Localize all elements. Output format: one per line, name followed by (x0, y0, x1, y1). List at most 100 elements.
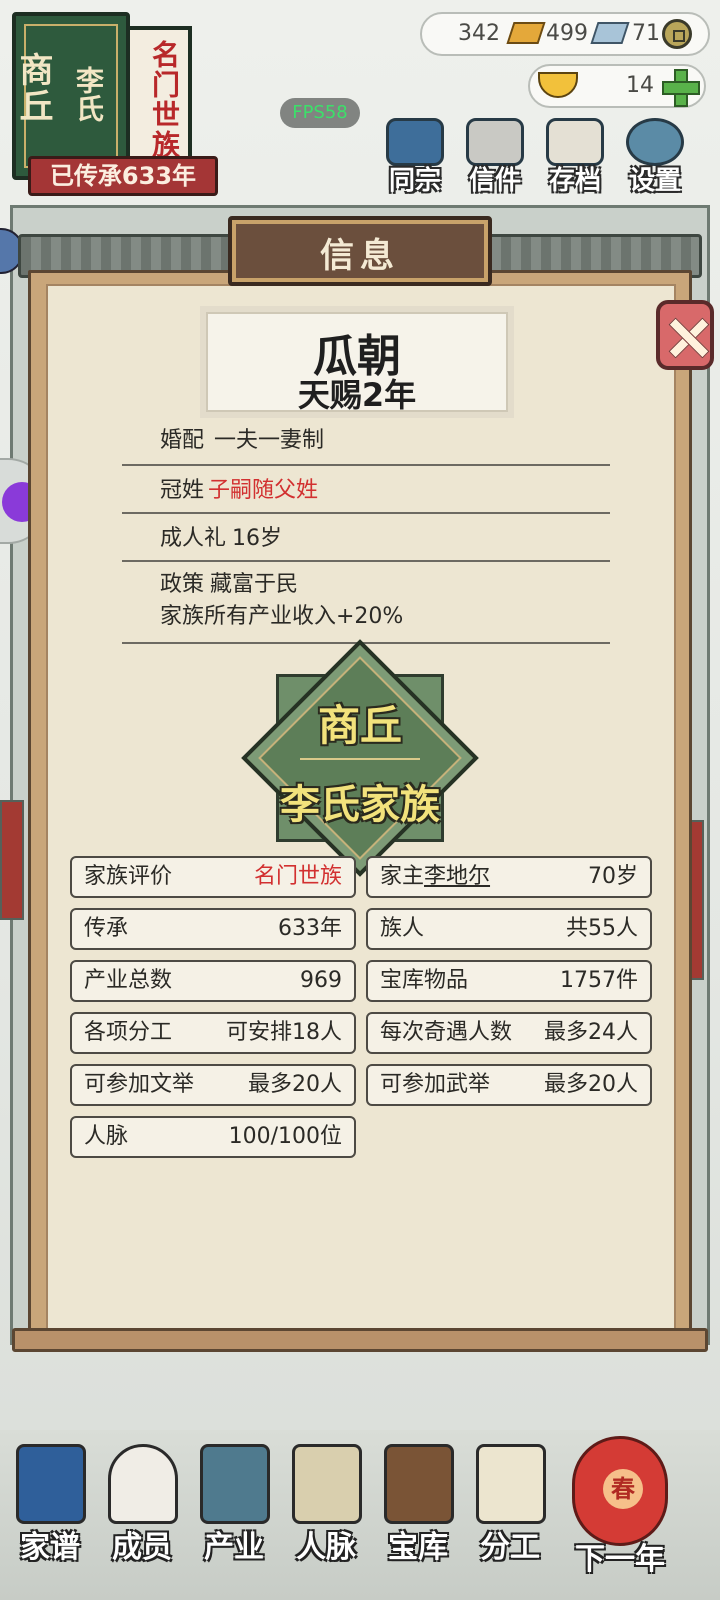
nav-division-label: 分工 (480, 1530, 540, 1565)
genealogy-icon (16, 1444, 86, 1524)
ingot-count: 14 (626, 73, 654, 98)
next-year-label: 下一年 (575, 1542, 665, 1577)
stat-treasury-label: 宝库物品 (380, 968, 469, 993)
lantern-char: 春 (603, 1469, 643, 1509)
stat-labor-label: 各项分工 (84, 1020, 173, 1045)
stat-head-label: 家主 (380, 864, 425, 889)
gold-ingot-icon (538, 72, 578, 98)
policy-label: 政策 (160, 572, 205, 597)
stat-rating-label: 家族评价 (84, 864, 173, 889)
stat-treasury-value: 1757件 (560, 968, 638, 993)
division-icon (476, 1444, 546, 1524)
family-place: 商丘 (13, 52, 53, 124)
network-icon (292, 1444, 362, 1524)
policy-effect: 家族所有产业收入+20% (160, 604, 404, 629)
marriage-label: 婚配 (160, 428, 205, 453)
stat-members-label: 族人 (380, 916, 425, 941)
emblem-clan: 李氏家族 (280, 782, 440, 828)
adulthood-row: 成人礼 16岁 (122, 520, 610, 562)
menu-letters-button[interactable]: 信件 (458, 118, 532, 198)
stat-head[interactable]: 家主李地尔 70岁 (366, 856, 652, 898)
silver-count: 499 (546, 21, 588, 46)
marriage-value: 一夫一妻制 (214, 428, 325, 453)
stat-network-label: 人脉 (84, 1124, 129, 1149)
adulthood-label: 成人礼 (160, 526, 227, 551)
nav-genealogy[interactable]: 家谱 (4, 1444, 96, 1574)
ingot-bar: 14 (528, 64, 706, 108)
emblem-place: 商丘 (317, 701, 402, 750)
background-pillar-left (0, 800, 24, 920)
silver-bar-icon (590, 22, 630, 44)
stat-civil-exam-value: 最多20人 (248, 1072, 342, 1097)
panel-title: 信息 (320, 236, 400, 276)
stat-industry-value: 969 (300, 968, 342, 993)
menu-settings-button[interactable]: 设置 (618, 118, 692, 198)
stat-industry-label: 产业总数 (84, 968, 173, 993)
stat-military-exam: 可参加武举 最多20人 (366, 1064, 652, 1106)
emblem-divider (300, 758, 420, 760)
panel-title-plaque: 信息 (228, 216, 492, 286)
copper-coin-icon (662, 19, 692, 49)
stat-industry: 产业总数 969 (70, 960, 356, 1002)
stat-military-exam-label: 可参加武举 (380, 1072, 491, 1097)
nav-division[interactable]: 分工 (464, 1444, 556, 1574)
fps-counter: FPS58 (280, 98, 360, 128)
stat-rating: 家族评价 名门世族 (70, 856, 356, 898)
head-name-link[interactable]: 李地尔 (424, 864, 490, 889)
stat-labor: 各项分工 可安排18人 (70, 1012, 356, 1054)
next-year-button[interactable]: 春 下一年 (560, 1436, 680, 1586)
stat-treasury: 宝库物品 1757件 (366, 960, 652, 1002)
stat-inheritance: 传承 633年 (70, 908, 356, 950)
clan-book-icon (386, 118, 444, 166)
lantern-icon: 春 (572, 1436, 668, 1546)
menu-letters-label: 信件 (468, 166, 521, 196)
stat-head-label-group: 家主李地尔 (380, 858, 490, 896)
currency-bar: 342 499 71 (420, 12, 710, 56)
menu-settings-label: 设置 (628, 166, 681, 196)
nav-genealogy-label: 家谱 (20, 1530, 80, 1565)
stat-civil-exam-label: 可参加文举 (84, 1072, 195, 1097)
menu-archive-label: 存档 (548, 166, 601, 196)
close-button[interactable] (656, 300, 714, 370)
nav-treasury[interactable]: 宝库 (372, 1444, 464, 1574)
members-icon (108, 1444, 178, 1524)
menu-archive-button[interactable]: 存档 (538, 118, 612, 198)
stat-civil-exam: 可参加文举 最多20人 (70, 1064, 356, 1106)
stat-labor-value: 可安排18人 (226, 1020, 342, 1045)
policy-value: 藏富于民 (210, 572, 299, 597)
family-clan: 李氏 (72, 66, 105, 122)
policy-row: 政策 藏富于民 家族所有产业收入+20% (122, 566, 610, 644)
add-ingot-icon[interactable] (662, 69, 700, 107)
family-rank-page: 名门世族 (130, 26, 192, 172)
gold-count: 342 (458, 21, 500, 46)
settings-icon (626, 118, 684, 166)
industry-icon (200, 1444, 270, 1524)
coin-count: 71 (632, 21, 660, 46)
stat-inheritance-label: 传承 (84, 916, 129, 941)
family-rank-tag: 名门世族 (148, 40, 181, 160)
stat-encounter-value: 最多24人 (544, 1020, 638, 1045)
nav-members[interactable]: 成员 (96, 1444, 188, 1574)
stat-military-exam-value: 最多20人 (544, 1072, 638, 1097)
era-box: 瓜朝 天赐2年 (206, 312, 508, 414)
inheritance-banner: 已传承633年 (28, 156, 218, 196)
era-year: 天赐2年 (297, 376, 417, 414)
adulthood-value: 16岁 (232, 526, 283, 551)
stat-inheritance-value: 633年 (278, 916, 342, 941)
menu-clan-label: 同宗 (388, 166, 441, 196)
stat-network-value: 100/100位 (228, 1124, 342, 1149)
menu-clan-button[interactable]: 同宗 (378, 118, 452, 198)
surname-value: 子嗣随父姓 (208, 478, 319, 503)
surname-row: 冠姓 子嗣随父姓 (122, 472, 610, 514)
letters-icon (466, 118, 524, 166)
nav-network-label: 人脉 (296, 1530, 356, 1565)
nav-network[interactable]: 人脉 (280, 1444, 372, 1574)
treasury-icon (384, 1444, 454, 1524)
stat-head-age: 70岁 (588, 864, 638, 889)
stat-encounter-label: 每次奇遇人数 (380, 1020, 513, 1045)
nav-industry[interactable]: 产业 (188, 1444, 280, 1574)
nav-treasury-label: 宝库 (388, 1530, 448, 1565)
stat-members-value: 共55人 (566, 916, 638, 941)
gold-bar-icon (506, 22, 546, 44)
surname-label: 冠姓 (160, 478, 205, 503)
